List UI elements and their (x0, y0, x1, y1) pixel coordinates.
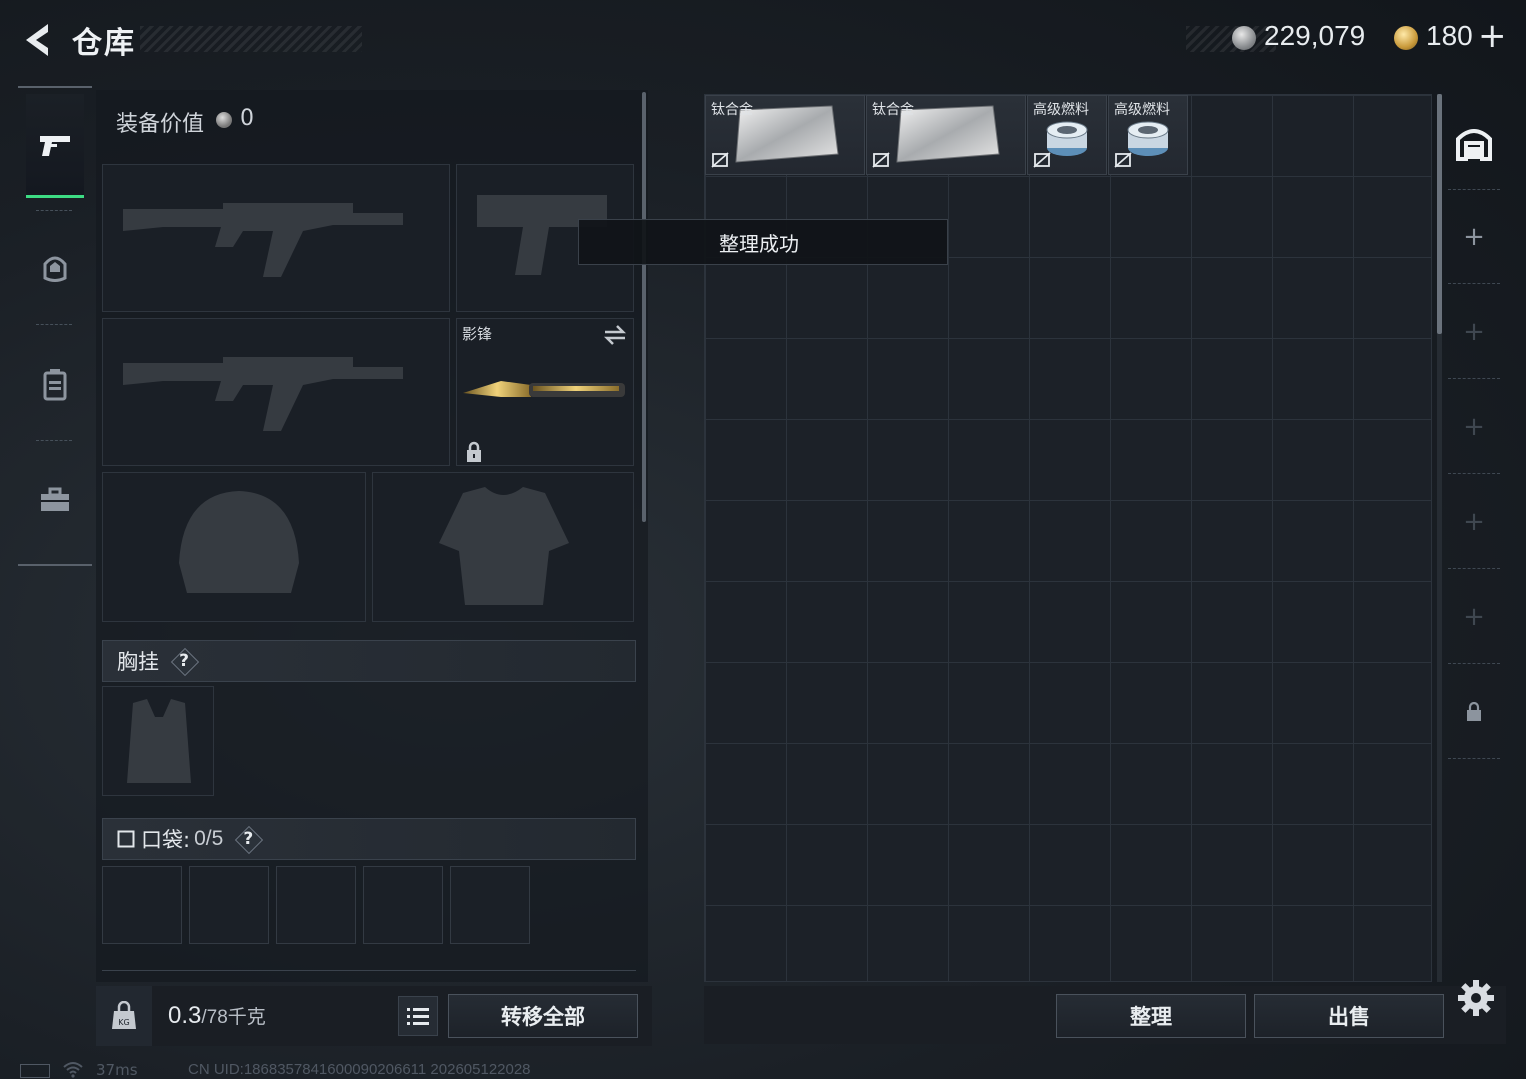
no-trade-icon (711, 152, 729, 168)
storage-item[interactable]: 钛合金 (866, 95, 1026, 175)
pocket-slot-3[interactable] (276, 866, 356, 944)
lock-icon (1467, 701, 1481, 721)
helmet-silhouette-icon (179, 491, 299, 593)
svg-text:KG: KG (118, 1018, 129, 1027)
rifle-silhouette-icon (123, 357, 403, 431)
chest-rig-label: 胸挂 (117, 650, 159, 674)
pocket-slot-4[interactable] (363, 866, 443, 944)
storage-item[interactable]: 高级燃料 (1027, 95, 1107, 175)
melee-name: 影锋 (462, 325, 493, 343)
pockets-label: 口袋: (141, 828, 191, 852)
armor-silhouette-icon (439, 487, 569, 605)
category-case[interactable] (26, 448, 84, 552)
helmet-icon (43, 256, 67, 282)
list-icon (407, 1008, 429, 1025)
rail-divider (36, 324, 72, 325)
plus-icon: + (1463, 601, 1485, 632)
transfer-all-button[interactable]: 转移全部 (448, 994, 638, 1038)
add-storage-page-button[interactable]: + (1448, 285, 1500, 379)
storage-item[interactable]: 钛合金 (705, 95, 865, 175)
backpack-icon (43, 369, 67, 401)
list-view-button[interactable] (398, 996, 438, 1036)
pocket-slot-5[interactable] (450, 866, 530, 944)
add-storage-page-button[interactable]: + (1448, 380, 1500, 474)
pockets-count: 0/5 (194, 827, 224, 850)
network-ping: 37ms (96, 1061, 138, 1079)
plus-icon: + (1463, 316, 1485, 347)
primary-weapon-slot-1[interactable] (102, 164, 450, 312)
knife-icon (463, 381, 625, 397)
weight-bag: KG (96, 986, 152, 1046)
weight-bag-icon: KG (112, 1001, 136, 1029)
pocket-slot-1[interactable] (102, 866, 182, 944)
silver-coin-icon (1232, 26, 1256, 50)
lock-icon (467, 441, 481, 462)
swap-icon[interactable] (601, 323, 629, 347)
currency-decoration (1186, 26, 1276, 52)
no-trade-icon (1033, 152, 1051, 168)
no-trade-icon (872, 152, 890, 168)
sort-button[interactable]: 整理 (1056, 994, 1246, 1038)
category-rail (18, 86, 92, 566)
chest-rig-header: 胸挂 ? (102, 640, 636, 682)
add-storage-page-button[interactable]: + (1448, 570, 1500, 664)
helmet-slot[interactable] (102, 472, 366, 622)
item-name: 钛合金 (872, 102, 914, 118)
warehouse-icon (1456, 128, 1492, 161)
add-storage-page-button[interactable]: + (1448, 190, 1500, 284)
category-weapons[interactable] (26, 94, 84, 198)
item-name: 高级燃料 (1033, 102, 1089, 118)
pistol-icon (40, 135, 70, 156)
rail-divider (36, 210, 72, 211)
rifle-silhouette-icon (123, 203, 403, 277)
back-arrow-icon[interactable] (18, 20, 54, 60)
equipment-value-label: 装备价值 (116, 112, 205, 137)
pocket-icon (117, 830, 135, 848)
user-uid: CN UID:1868357841600090206611 2026051220… (188, 1061, 531, 1078)
add-currency-button[interactable]: + (1478, 16, 1507, 56)
silver-currency-value: 229,079 (1264, 20, 1366, 51)
battery-icon (20, 1064, 50, 1078)
pocket-slot-2[interactable] (189, 866, 269, 944)
storage-item[interactable]: 高级燃料 (1108, 95, 1188, 175)
locked-storage-page[interactable] (1448, 665, 1500, 759)
toolbox-icon (41, 487, 69, 511)
next-section-edge (102, 970, 636, 982)
rail-divider (36, 440, 72, 441)
gear-icon[interactable] (1456, 978, 1496, 1018)
melee-slot[interactable]: 影锋 (456, 318, 634, 466)
value-coin-icon (216, 112, 232, 128)
chest-rig-slot[interactable] (102, 686, 214, 796)
toast-message: 整理成功 (578, 219, 948, 265)
carry-weight-total: /78千克 (201, 1007, 266, 1028)
page-title: 仓库 (72, 26, 136, 61)
no-trade-icon (1114, 152, 1132, 168)
gold-currency-value: 180 (1426, 20, 1473, 51)
category-backpack[interactable] (26, 332, 84, 436)
toast-text: 整理成功 (719, 231, 799, 256)
wifi-icon (63, 1062, 83, 1078)
category-helmet[interactable] (26, 216, 84, 320)
pockets-help-icon[interactable]: ? (235, 826, 261, 852)
equipment-value: 0 (240, 106, 254, 131)
primary-weapon-slot-2[interactable] (102, 318, 450, 466)
plus-icon: + (1463, 506, 1485, 537)
carry-weight: 0.3/78千克 (168, 1002, 266, 1030)
chest-rig-help-icon[interactable]: ? (171, 648, 197, 674)
pockets-header: 口袋: 0/5 ? (102, 818, 636, 860)
plus-icon: + (1463, 411, 1485, 442)
chest-rig-silhouette-icon (127, 699, 191, 783)
item-name: 高级燃料 (1114, 102, 1170, 118)
gold-coin-icon (1394, 26, 1418, 50)
plus-icon: + (1463, 221, 1485, 252)
add-storage-page-button[interactable]: + (1448, 475, 1500, 569)
storage-scrollbar[interactable] (1437, 94, 1442, 334)
item-name: 钛合金 (711, 102, 753, 118)
carry-weight-current: 0.3 (168, 1002, 202, 1029)
title-decoration (140, 26, 362, 52)
equipment-scrollbar[interactable] (642, 92, 646, 522)
sell-button[interactable]: 出售 (1254, 994, 1444, 1038)
body-armor-slot[interactable] (372, 472, 634, 622)
storage-page-main[interactable] (1448, 96, 1500, 190)
